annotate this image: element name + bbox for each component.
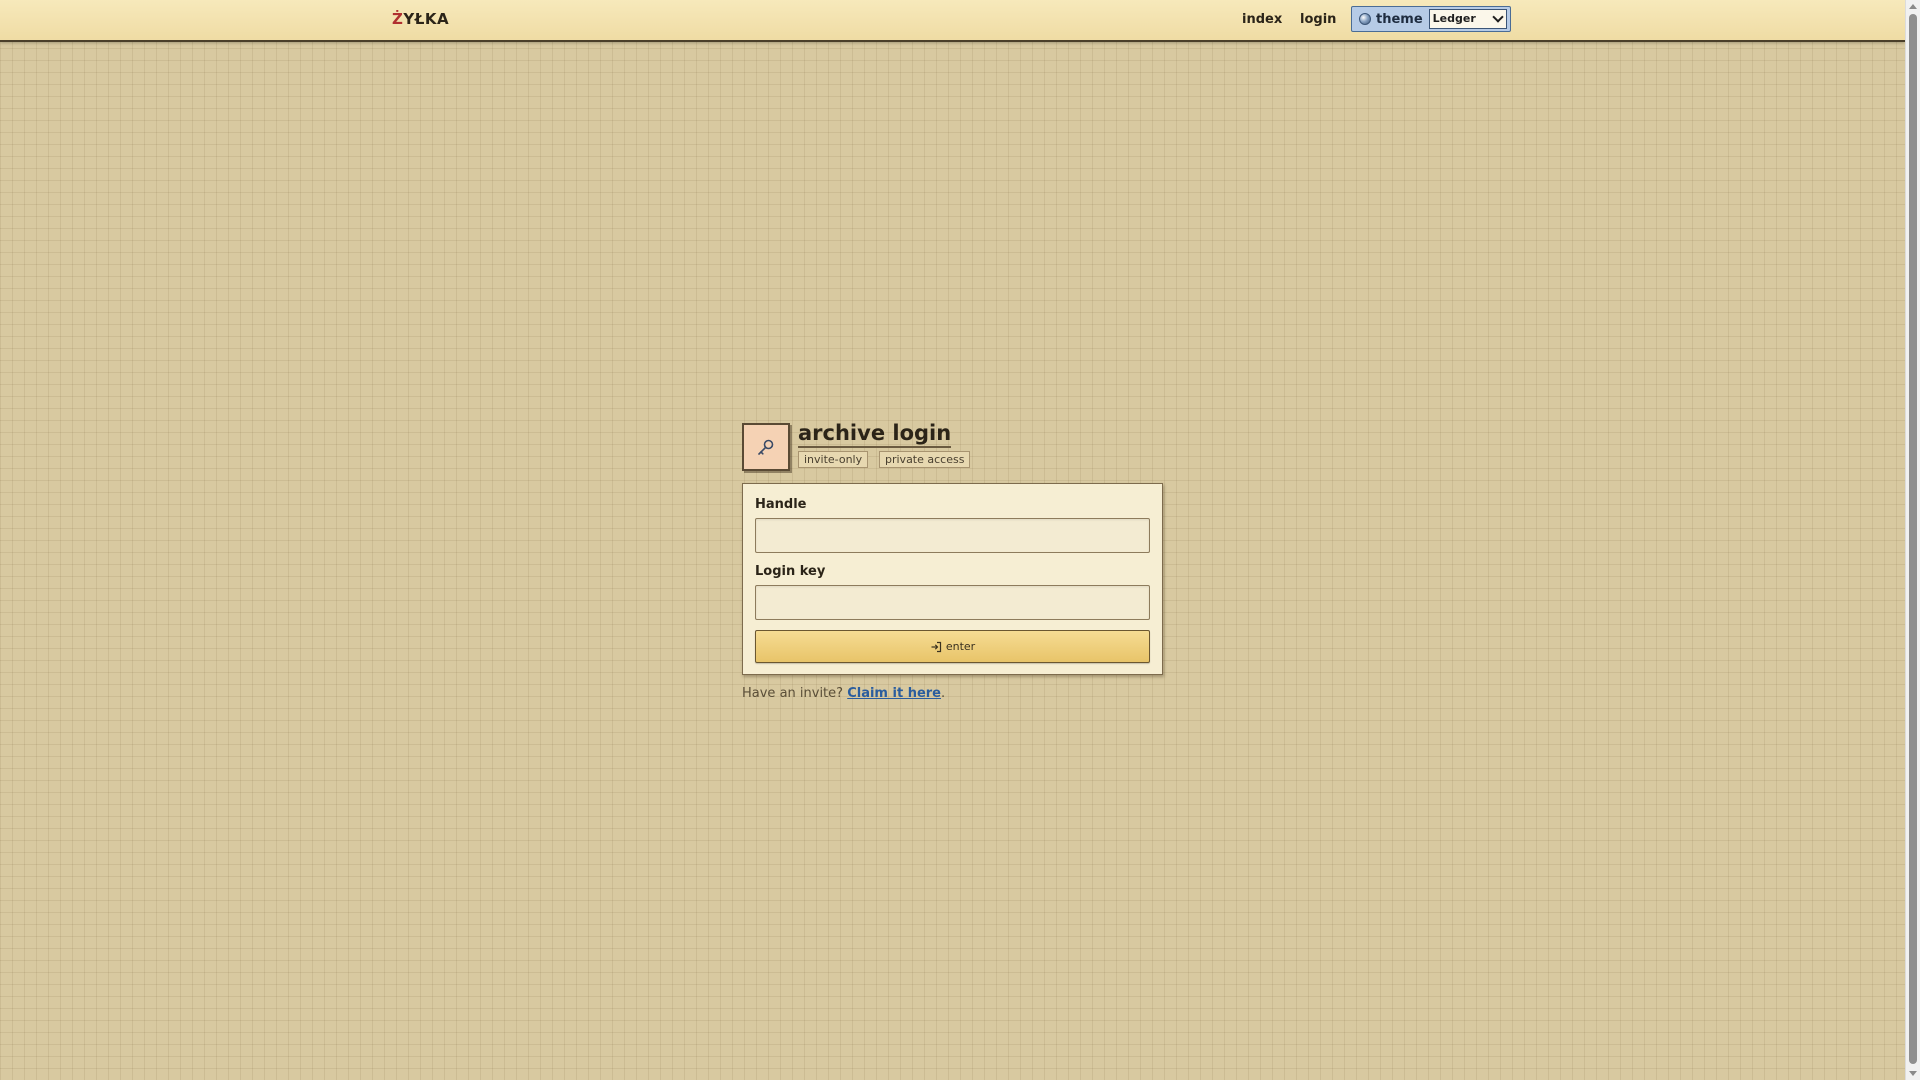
nav-login-link[interactable]: login [1300,12,1336,27]
login-key-label: Login key [755,564,826,579]
chevron-down-icon [1491,11,1504,23]
handle-label: Handle [755,497,807,512]
theme-select-value: Ledger [1432,12,1476,25]
invite-prompt-text: Have an invite? [742,686,844,701]
claim-invite-link[interactable]: Claim it here [847,686,941,701]
sign-in-icon [931,641,941,652]
login-form: Handle Login key enter [742,483,1163,675]
key-tile [742,423,790,471]
handle-input[interactable] [755,518,1150,553]
theme-select[interactable]: Ledger [1428,9,1507,29]
private-access-badge: private access [879,451,971,468]
key-icon [758,439,774,455]
login-key-input[interactable] [755,585,1150,620]
page-title: archive login [798,420,952,448]
globe-icon [1359,13,1371,25]
enter-button-label: enter [945,640,976,653]
invite-only-badge: invite-only [798,451,869,468]
scroll-up-arrow-icon[interactable] [1909,4,1917,9]
scrollbar-thumb[interactable] [1909,14,1917,1064]
brand-initial: Ż [392,10,404,28]
enter-button[interactable]: enter [755,630,1150,663]
theme-label: theme [1376,11,1423,27]
nav-index-link[interactable]: index [1242,12,1282,27]
brand-logo[interactable]: ŻYŁKA [392,10,449,28]
invite-prompt: Have an invite? Claim it here. [742,686,945,701]
invite-prompt-suffix: . [941,686,946,701]
top-bar: ŻYŁKA index login theme Ledger [0,0,1905,42]
brand-name: YŁKA [403,10,450,28]
scroll-down-arrow-icon[interactable] [1909,1071,1917,1076]
theme-switcher: theme Ledger [1351,6,1511,32]
page-scrollbar[interactable] [1905,0,1920,1080]
